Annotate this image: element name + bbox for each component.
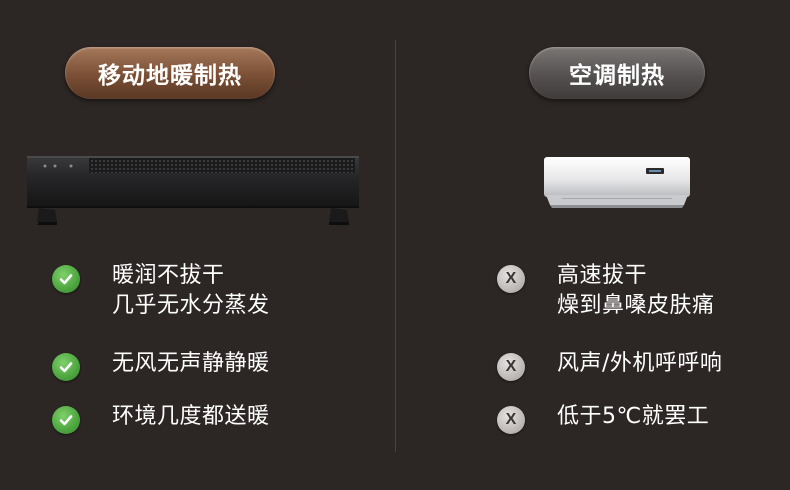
check-icon <box>52 353 80 381</box>
right-feature-1: X 高速拔干 燥到鼻嗓皮肤痛 <box>497 263 715 321</box>
left-title: 移动地暖制热 <box>98 63 242 89</box>
right-feature-2: X 风声/外机呼呼响 <box>497 351 722 381</box>
left-feature-2-line-1: 无风无声静静暖 <box>112 351 270 376</box>
baseboard-heater-image <box>27 156 359 225</box>
cross-icon: X <box>497 406 525 434</box>
left-feature-3-line-1: 环境几度都送暖 <box>112 404 270 429</box>
left-feature-3: 环境几度都送暖 <box>52 404 270 434</box>
left-feature-1-line-1: 暖润不拔干 <box>112 263 225 288</box>
right-feature-1-line-2: 燥到鼻嗓皮肤痛 <box>557 293 715 318</box>
cross-glyph: X <box>505 411 517 428</box>
right-feature-3-line-1: 低于5℃就罢工 <box>557 404 710 429</box>
right-title-pill: 空调制热 <box>529 47 705 99</box>
right-feature-3: X 低于5℃就罢工 <box>497 404 709 434</box>
cross-glyph: X <box>505 270 517 287</box>
check-icon <box>52 406 80 434</box>
right-feature-2-line-1: 风声/外机呼呼响 <box>557 351 723 376</box>
center-divider <box>395 40 396 452</box>
right-feature-1-line-1: 高速拔干 <box>557 263 648 288</box>
air-conditioner-image <box>544 157 690 208</box>
left-feature-1-line-2: 几乎无水分蒸发 <box>112 293 270 318</box>
cross-icon: X <box>497 265 525 293</box>
left-feature-2: 无风无声静静暖 <box>52 351 270 381</box>
cross-glyph: X <box>505 358 517 375</box>
cross-icon: X <box>497 353 525 381</box>
check-icon <box>52 265 80 293</box>
left-title-pill: 移动地暖制热 <box>65 47 275 99</box>
left-feature-1: 暖润不拔干 几乎无水分蒸发 <box>52 263 270 321</box>
right-title: 空调制热 <box>569 63 665 89</box>
